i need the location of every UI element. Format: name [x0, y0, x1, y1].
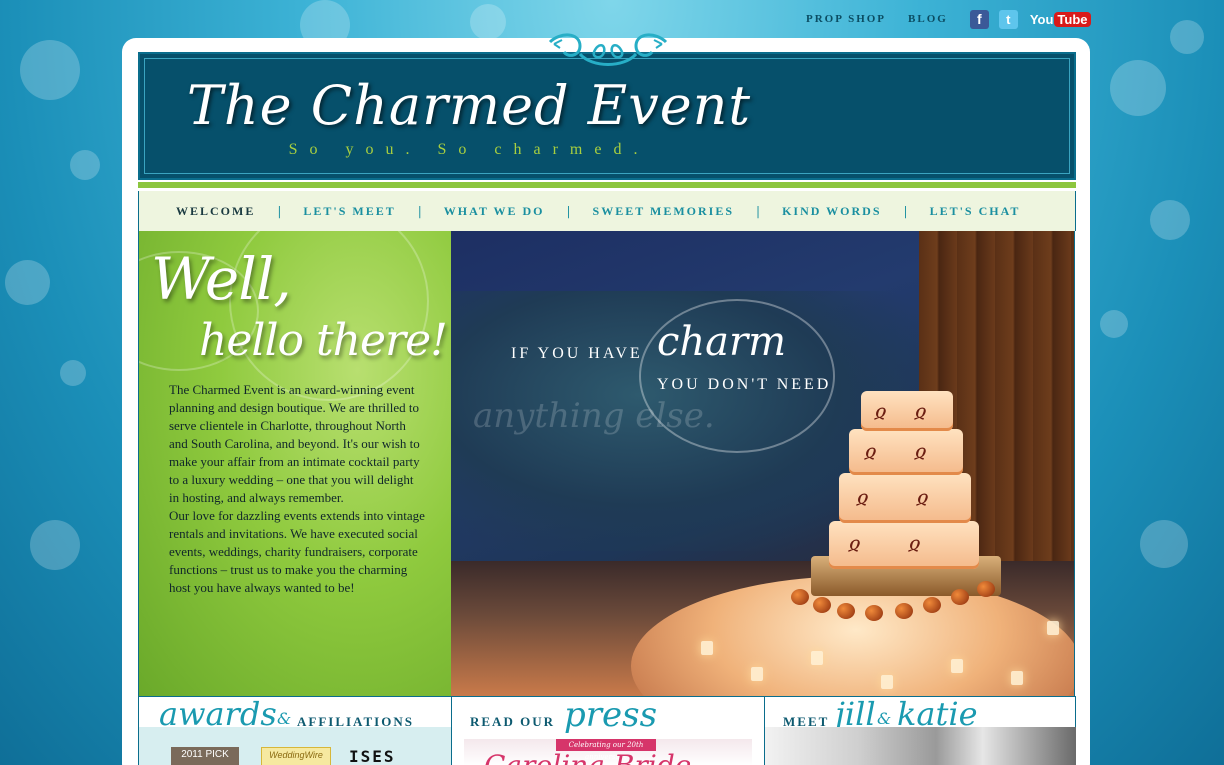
bokeh-decoration: [60, 360, 86, 386]
awards-section[interactable]: awards & AFFILIATIONS 2011 PICK WeddingW…: [138, 695, 451, 765]
candle: [881, 675, 893, 689]
press-magazine-cover[interactable]: Celebrating our 20th anniversary Carolin…: [464, 739, 752, 765]
bokeh-decoration: [1150, 200, 1190, 240]
nav-separator: |: [756, 204, 761, 218]
hero-quote-line2: YOU DON'T NEED: [657, 376, 832, 393]
apple-decoration: [837, 603, 855, 619]
magazine-title: Carolina Bride: [484, 749, 691, 765]
nav-item-lets-meet[interactable]: LET'S MEET: [303, 204, 395, 219]
owners-photo[interactable]: [765, 727, 1076, 765]
candle: [701, 641, 713, 655]
scroll-ornament-icon: [548, 33, 668, 66]
apple-decoration: [923, 597, 941, 613]
bokeh-decoration: [1170, 20, 1204, 54]
cake-tier: ჲჲ: [829, 521, 979, 569]
hero-quote-charm: charm: [657, 319, 787, 365]
apple-decoration: [951, 589, 969, 605]
candle: [951, 659, 963, 673]
bokeh-decoration: [1140, 520, 1188, 568]
press-section[interactable]: READ OUR press Celebrating our 20th anni…: [451, 695, 764, 765]
cake-tier: ჲჲ: [849, 429, 963, 475]
candle: [811, 651, 823, 665]
youtube-you-text: You: [1029, 11, 1054, 27]
press-heading-caps: READ OUR: [470, 714, 555, 729]
bokeh-decoration: [470, 4, 506, 40]
apple-decoration: [791, 589, 809, 605]
cake-tier: ჲჲ: [861, 391, 953, 431]
awards-heading-amp: &: [277, 709, 292, 728]
welcome-paragraph: Our love for dazzling events extends int…: [169, 508, 425, 595]
cake-tier: ჲჲ: [839, 473, 971, 523]
site-tagline: So you. So charmed.: [288, 141, 650, 158]
bokeh-decoration: [1110, 60, 1166, 116]
nav-item-what-we-do[interactable]: WHAT WE DO: [444, 204, 545, 219]
apple-decoration: [813, 597, 831, 613]
blog-link[interactable]: BLOG: [908, 13, 948, 25]
bokeh-decoration: [30, 520, 80, 570]
meet-section[interactable]: MEET jill & katie: [764, 695, 1076, 765]
hero-quote-faded: anything else.: [473, 396, 715, 436]
press-heading-script: press: [564, 695, 658, 735]
award-badge-pick[interactable]: 2011 PICK: [171, 747, 239, 765]
youtube-icon[interactable]: You Tube: [1028, 10, 1093, 29]
apple-decoration: [895, 603, 913, 619]
candle: [1047, 621, 1059, 635]
facebook-icon[interactable]: f: [969, 9, 989, 29]
nav-item-lets-chat[interactable]: LET'S CHAT: [930, 204, 1021, 219]
meet-heading-amp: &: [877, 709, 892, 728]
welcome-heading-line1: Well,: [151, 245, 292, 313]
welcome-panel: Well, hello there! The Charmed Event is …: [138, 231, 451, 696]
apple-decoration: [865, 605, 883, 621]
bokeh-decoration: [1100, 310, 1128, 338]
award-badge-weddingwire[interactable]: WeddingWire: [261, 747, 331, 765]
award-badge-ises[interactable]: ISES: [349, 747, 421, 765]
welcome-intro: The Charmed Event is an award-winning ev…: [169, 381, 425, 597]
nav-item-welcome[interactable]: WELCOME: [176, 204, 255, 219]
hero-quote-line1: IF YOU HAVE: [511, 345, 643, 362]
youtube-tube-text: Tube: [1054, 11, 1091, 27]
top-utility-nav: PROP SHOP BLOG f t You Tube: [806, 8, 1103, 30]
twitter-icon[interactable]: t: [998, 9, 1018, 29]
nav-separator: |: [277, 204, 282, 218]
candle: [751, 667, 763, 681]
nav-item-kind-words[interactable]: KIND WORDS: [782, 204, 881, 219]
nav-separator: |: [903, 204, 908, 218]
site-title[interactable]: The Charmed Event: [0, 74, 938, 137]
hero-cake-photo: ჲჲ ჲჲ ჲჲ ჲჲ anything else. IF YOU HAVE c…: [451, 231, 1075, 696]
main-nav: WELCOME | LET'S MEET | WHAT WE DO | SWEE…: [138, 191, 1076, 231]
welcome-paragraph: The Charmed Event is an award-winning ev…: [169, 382, 420, 505]
bokeh-decoration: [5, 260, 50, 305]
nav-item-sweet-memories[interactable]: SWEET MEMORIES: [593, 204, 734, 219]
candle: [1011, 671, 1023, 685]
welcome-heading-line2: hello there!: [199, 315, 448, 366]
nav-separator: |: [566, 204, 571, 218]
apple-decoration: [977, 581, 995, 597]
nav-separator: |: [417, 204, 422, 218]
header-divider: [138, 182, 1076, 188]
prop-shop-link[interactable]: PROP SHOP: [806, 13, 886, 25]
